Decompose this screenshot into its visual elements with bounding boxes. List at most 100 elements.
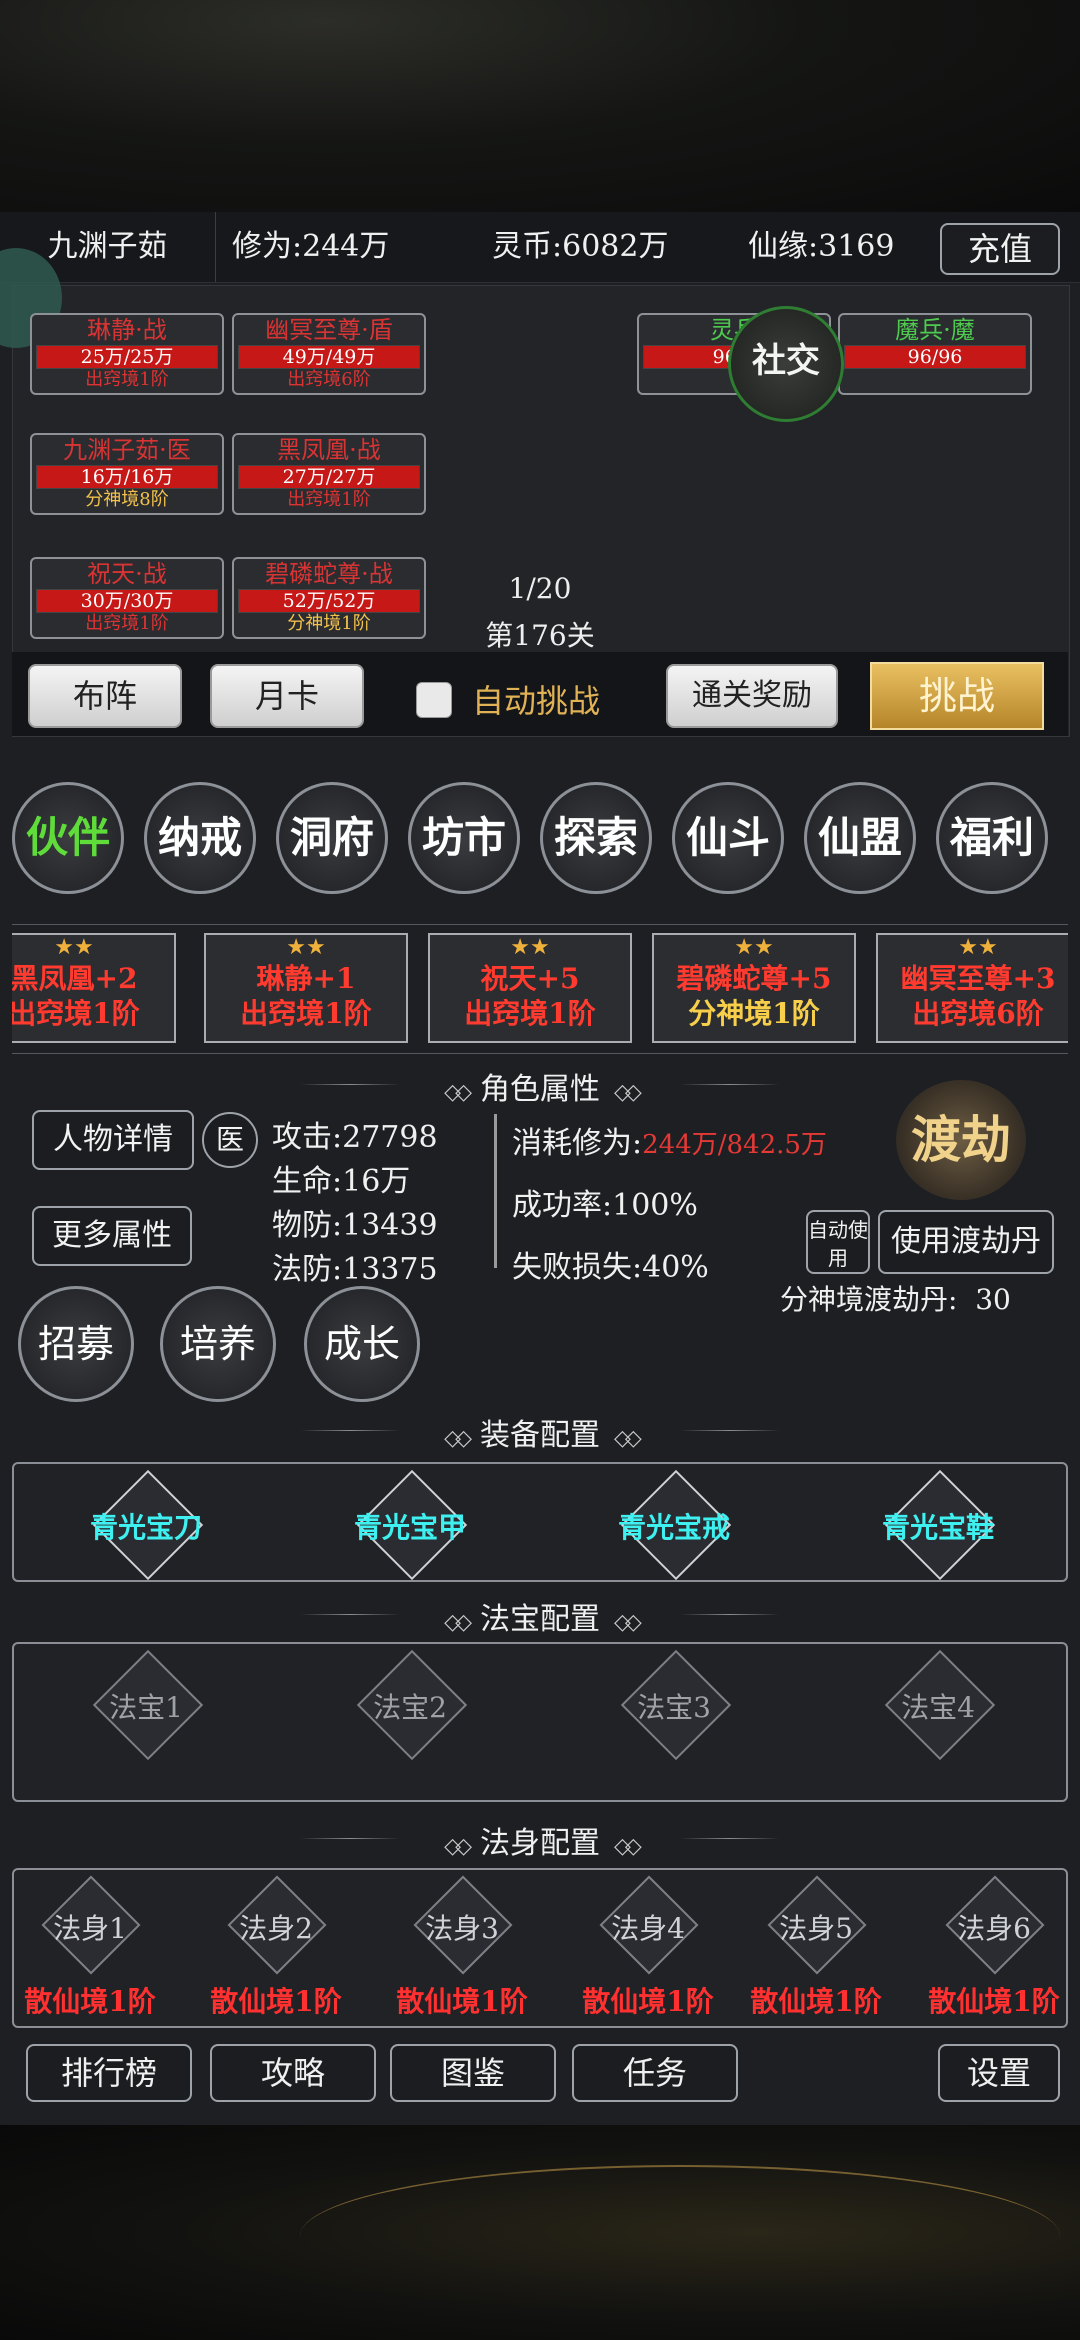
partner-name: 祝天+5: [480, 962, 580, 995]
settings-button[interactable]: 设置: [938, 2044, 1060, 2102]
attributes-title-text: 角色属性: [480, 1072, 600, 1107]
social-button[interactable]: 社交: [728, 306, 844, 422]
ranking-button[interactable]: 排行榜: [26, 2044, 192, 2102]
auto-challenge-checkbox[interactable]: [416, 682, 452, 718]
body-name: 法身2: [239, 1912, 313, 1945]
star-icon: ★★: [286, 935, 326, 960]
treasure-title: 法宝配置: [0, 1594, 1080, 1638]
enemy-hp: 96/96: [844, 345, 1026, 369]
menu-ring[interactable]: 纳戒: [144, 782, 256, 894]
body-title-text: 法身配置: [480, 1826, 600, 1861]
ally-title: 九渊子茹·医: [63, 436, 191, 464]
ally-title: 幽冥至尊·盾: [265, 316, 393, 344]
background-top: [0, 0, 1080, 212]
tribulation-button[interactable]: 渡劫: [896, 1080, 1026, 1200]
more-attributes-button[interactable]: 更多属性: [32, 1206, 192, 1266]
cost-label: 消耗修为:: [512, 1126, 643, 1161]
ally-title: 琳静·战: [87, 316, 167, 344]
partner-rank: 出窍境1阶: [12, 997, 140, 1030]
ally-hp: 25万/25万: [36, 345, 218, 369]
cultivation-stat: 修为:244万: [232, 229, 390, 264]
ally-rank: 分神境8阶: [85, 489, 169, 510]
partner-rank: 出窍境6阶: [912, 997, 1044, 1030]
treasure-name: 法宝1: [109, 1691, 183, 1724]
success-rate: 成功率:100%: [512, 1188, 698, 1223]
menu-partners[interactable]: 伙伴: [12, 782, 124, 894]
character-detail-button[interactable]: 人物详情: [32, 1110, 194, 1170]
ally-card[interactable]: 黑凤凰·战 27万/27万 出窍境1阶: [232, 433, 426, 515]
stage-number: 第176关: [485, 619, 595, 652]
recharge-button[interactable]: 充值: [940, 223, 1060, 275]
ally-card[interactable]: 琳静·战 25万/25万 出窍境1阶: [30, 313, 224, 395]
clear-reward-button[interactable]: 通关奖励: [666, 664, 838, 728]
menu-cave[interactable]: 洞府: [276, 782, 388, 894]
ally-rank: 出窍境1阶: [85, 613, 169, 634]
ally-rank: 出窍境1阶: [287, 489, 371, 510]
use-pill-button[interactable]: 使用渡劫丹: [878, 1210, 1054, 1274]
auto-use-toggle[interactable]: 自动使用: [806, 1210, 870, 1274]
equipment-title-text: 装备配置: [480, 1418, 600, 1453]
partner-card[interactable]: ★★ 幽冥至尊+3 出窍境6阶: [876, 933, 1068, 1043]
partner-name: 碧磷蛇尊+5: [676, 962, 832, 995]
menu-explore[interactable]: 探索: [540, 782, 652, 894]
background-bottom: [0, 2125, 1080, 2340]
enemy-title: 魔兵·魔: [895, 316, 975, 344]
enemy-card[interactable]: 魔兵·魔 96/96: [838, 313, 1032, 395]
monthly-card-button[interactable]: 月卡: [210, 664, 364, 728]
codex-button[interactable]: 图鉴: [390, 2044, 556, 2102]
life-stat: 生命:16万: [272, 1164, 411, 1199]
equipment-title: 装备配置: [0, 1410, 1080, 1454]
partner-card[interactable]: ★★ 黑凤凰+2 出窍境1阶: [12, 933, 176, 1043]
equipment-name: 青光宝甲: [353, 1511, 466, 1544]
star-icon: ★★: [54, 935, 94, 960]
partner-card[interactable]: ★★ 碧磷蛇尊+5 分神境1阶: [652, 933, 856, 1043]
menu-duel[interactable]: 仙斗: [672, 782, 784, 894]
attr-divider: [494, 1114, 497, 1268]
ally-rank: 出窍境1阶: [85, 369, 169, 390]
tasks-button[interactable]: 任务: [572, 2044, 738, 2102]
partner-card[interactable]: ★★ 琳静+1 出窍境1阶: [204, 933, 408, 1043]
ally-title: 祝天·战: [87, 560, 167, 588]
challenge-button[interactable]: 挑战: [870, 662, 1044, 730]
treasure-name: 法宝2: [373, 1691, 447, 1724]
train-button[interactable]: 培养: [160, 1286, 276, 1402]
ally-card[interactable]: 碧磷蛇尊·战 52万/52万 分神境1阶: [232, 557, 426, 639]
partner-rank: 分神境1阶: [688, 997, 820, 1030]
magic-defense-stat: 法防:13375: [272, 1252, 438, 1287]
body-rank: 散仙境1阶: [750, 1985, 882, 2018]
partner-name: 琳静+1: [256, 962, 356, 995]
status-bar: 九渊子茹 修为:244万 灵币:6082万 仙缘:3169: [0, 212, 1080, 283]
body-rank: 散仙境1阶: [396, 1985, 528, 2018]
menu-alliance[interactable]: 仙盟: [804, 782, 916, 894]
partner-rank: 出窍境1阶: [464, 997, 596, 1030]
treasure-title-text: 法宝配置: [480, 1602, 600, 1637]
attack-stat: 攻击:27798: [272, 1120, 438, 1155]
ally-card[interactable]: 九渊子茹·医 16万/16万 分神境8阶: [30, 433, 224, 515]
auto-challenge-label: 自动挑战: [472, 682, 601, 720]
physical-defense-stat: 物防:13439: [272, 1208, 438, 1243]
menu-welfare[interactable]: 福利: [936, 782, 1048, 894]
body-rank: 散仙境1阶: [210, 1985, 342, 2018]
partner-name: 幽冥至尊+3: [900, 962, 1056, 995]
menu-market[interactable]: 坊市: [408, 782, 520, 894]
partner-rank: 出窍境1阶: [240, 997, 372, 1030]
body-rank: 散仙境1阶: [24, 1985, 156, 2018]
star-icon: ★★: [734, 935, 774, 960]
guide-button[interactable]: 攻略: [210, 2044, 376, 2102]
ally-title: 碧磷蛇尊·战: [265, 560, 393, 588]
ally-hp: 49万/49万: [238, 345, 420, 369]
grow-button[interactable]: 成长: [304, 1286, 420, 1402]
ally-card[interactable]: 祝天·战 30万/30万 出窍境1阶: [30, 557, 224, 639]
partner-card[interactable]: ★★ 祝天+5 出窍境1阶: [428, 933, 632, 1043]
ally-title: 黑凤凰·战: [277, 436, 381, 464]
fail-loss: 失败损失:40%: [512, 1250, 709, 1285]
body-name: 法身6: [957, 1912, 1031, 1945]
formation-button[interactable]: 布阵: [28, 664, 182, 728]
recruit-button[interactable]: 招募: [18, 1286, 134, 1402]
ally-card[interactable]: 幽冥至尊·盾 49万/49万 出窍境6阶: [232, 313, 426, 395]
class-badge: 医: [202, 1112, 258, 1168]
coins-stat: 灵币:6082万: [492, 229, 669, 264]
ally-hp: 30万/30万: [36, 589, 218, 613]
body-rank: 散仙境1阶: [928, 1985, 1060, 2018]
treasure-name: 法宝4: [901, 1691, 975, 1724]
